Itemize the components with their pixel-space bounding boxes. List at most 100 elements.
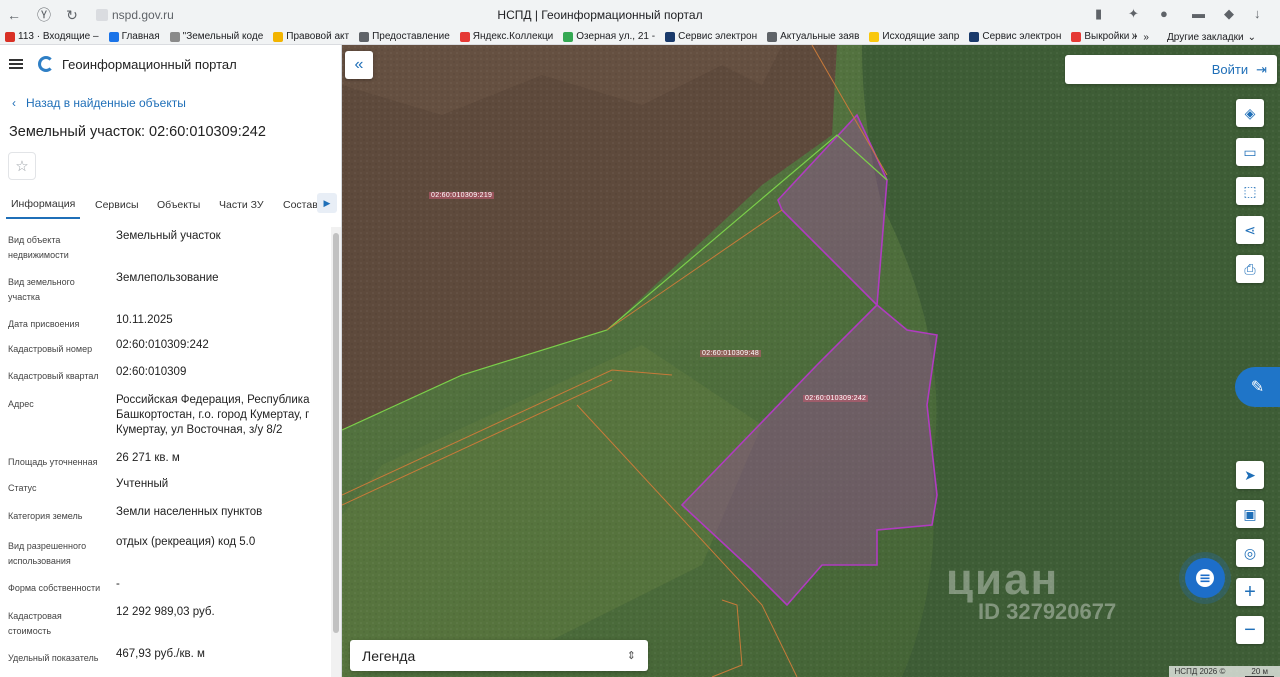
ruler-icon[interactable]: ▭ <box>1236 138 1264 166</box>
info-label: Кадастровый квартал <box>8 371 99 381</box>
info-label: Удельный показатель <box>8 653 99 663</box>
bookmark-label: Сервис электрон <box>678 31 758 42</box>
map-view[interactable]: 02:60:010309:219 02:60:010309:48 02:60:0… <box>342 45 1280 677</box>
info-value: Земли населенных пунктов <box>116 506 263 518</box>
legend-dropdown[interactable]: Легенда ⇕ <box>350 640 648 671</box>
bookmark-favicon-icon <box>108 31 119 42</box>
expand-icon: ⇕ <box>626 650 636 662</box>
portal-logo-icon <box>38 56 54 72</box>
object-title: Земельный участок: 02:60:010309:242 <box>9 124 266 140</box>
info-label: Кадастровый номер <box>8 344 93 354</box>
feedback-tab-icon[interactable]: ✎ <box>1235 367 1280 407</box>
parcel-label[interactable]: 02:60:010309:219 <box>429 192 495 199</box>
bookmark-favicon-icon <box>563 31 574 42</box>
bookmark-favicon-icon <box>5 31 15 42</box>
info-value: 02:60:010309 <box>116 366 187 378</box>
bookmark-item[interactable]: Озерная ул., 21 - <box>558 31 660 42</box>
chat-icon <box>1196 569 1214 587</box>
chevron-left-icon: ‹ <box>12 96 16 110</box>
tab-0[interactable]: Информация <box>6 191 81 219</box>
bookmarks-bar: 113 · Входящие – Главная "Земельный коде Пр… <box>0 29 1280 45</box>
bookmark-favicon-icon <box>459 31 470 42</box>
portal-name: Геоинформационный портал <box>62 56 237 72</box>
info-label: Вид объекта недвижимости <box>8 235 69 260</box>
panel-scrollbar[interactable] <box>331 227 341 677</box>
back-link-label: Назад в найденные объекты <box>26 96 186 110</box>
hamburger-menu-icon[interactable] <box>9 59 23 69</box>
watermark-brand: циан <box>946 555 1060 604</box>
scrollbar-thumb[interactable] <box>333 233 339 633</box>
tab-3[interactable]: Части ЗУ <box>214 191 269 219</box>
bookmark-item[interactable]: Сервис электрон <box>964 31 1066 42</box>
bookmark-item[interactable]: Правовой акт <box>268 31 354 42</box>
bookmark-favicon-icon <box>169 31 180 42</box>
login-button[interactable]: Войти ⇥ <box>1065 55 1277 84</box>
satellite-imagery <box>342 45 1280 677</box>
page-title: НСПД | Геоинформационный портал <box>497 8 703 22</box>
tab-1[interactable]: Сервисы <box>90 191 144 219</box>
info-value: 02:60:010309:242 <box>116 339 209 351</box>
minimize-icon[interactable]: ↓ <box>1254 6 1261 21</box>
info-label: Адрес <box>8 399 34 409</box>
layers-icon[interactable]: ◈ <box>1236 99 1264 127</box>
parcel-label-selected[interactable]: 02:60:010309:242 <box>803 395 869 402</box>
bookmark-item[interactable]: Сервис электрон <box>660 31 762 42</box>
back-to-results-link[interactable]: ‹ Назад в найденные объекты <box>12 96 186 110</box>
favorite-star-button[interactable]: ☆ <box>8 152 36 180</box>
bookmark-label: 113 · Входящие – <box>18 31 99 42</box>
bookmark-favicon-icon <box>1071 31 1082 42</box>
bookmark-item[interactable]: Яндекс.Коллекци <box>455 31 559 42</box>
bookmark-item[interactable]: Предоставление <box>354 31 455 42</box>
attribution-text: НСПД 2026 © <box>1174 667 1226 676</box>
bookmark-item[interactable]: Исходящие запр <box>864 31 964 42</box>
bookmark-favicon-icon <box>869 31 880 42</box>
parcel-label[interactable]: 02:60:010309:48 <box>700 350 762 357</box>
info-tabs: Информация Сервисы Объекты Части ЗУ Состав <box>0 191 341 219</box>
menu-icon[interactable]: ◆ <box>1224 6 1234 22</box>
chat-button[interactable] <box>1185 558 1225 598</box>
zoom-out-button[interactable]: − <box>1236 616 1264 644</box>
map-attribution: НСПД 2026 © 20 м <box>1168 666 1280 677</box>
downloads-icon[interactable]: ▬ <box>1192 6 1205 21</box>
zoom-in-button[interactable]: + <box>1236 578 1264 606</box>
info-label: Кадастровая стоимость <box>8 611 62 636</box>
legend-label: Легенда <box>362 647 416 664</box>
bookmark-label: Исходящие запр <box>882 31 960 42</box>
bookmark-item[interactable]: 113 · Входящие – <box>0 31 104 42</box>
info-label: Вид разрешенного использования <box>8 541 87 566</box>
area-select-icon[interactable]: ⬚ <box>1236 177 1264 205</box>
object-panel: Геоинформационный портал ‹ Назад в найде… <box>0 45 342 677</box>
profile-icon[interactable]: ● <box>1160 6 1168 21</box>
bookmark-item[interactable]: Актуальные заяв <box>762 31 864 42</box>
info-label: Вид земельного участка <box>8 277 75 302</box>
print-icon[interactable]: ⎙ <box>1236 255 1264 283</box>
info-value: Учтенный <box>116 478 169 490</box>
bookmark-label: "Земельный коде <box>182 31 264 42</box>
other-bookmarks[interactable]: » Другие закладки ⌄ <box>1137 29 1256 44</box>
bookmark-favicon-icon <box>969 31 980 42</box>
info-value: Землепользование <box>116 272 219 284</box>
watermark: циан ID 327920677 <box>946 555 1116 625</box>
tab-2[interactable]: Объекты <box>152 191 205 219</box>
info-value: 10.11.2025 <box>116 314 173 326</box>
geolocation-icon[interactable]: ➤ <box>1236 461 1264 489</box>
login-icon: ⇥ <box>1256 61 1267 77</box>
bookmark-item[interactable]: Главная <box>104 31 165 42</box>
location-pin-icon[interactable]: ◎ <box>1236 539 1264 567</box>
watermark-id: ID 327920677 <box>978 599 1117 624</box>
collapse-panel-button[interactable]: « <box>345 51 373 79</box>
bookmark-item[interactable]: "Земельный коде <box>165 31 269 42</box>
other-bookmarks-label: Другие закладки <box>1166 31 1244 43</box>
minimap-icon[interactable]: ▣ <box>1236 500 1264 528</box>
bookmark-label: Предоставление <box>372 31 450 42</box>
bookmark-label: Сервис электрон <box>982 31 1062 42</box>
extension-icon[interactable]: ✦ <box>1128 6 1139 22</box>
share-icon[interactable]: ⋖ <box>1236 216 1264 244</box>
bookmark-flag-icon[interactable]: ▮ <box>1095 6 1102 22</box>
info-value: - <box>116 578 120 590</box>
bookmark-favicon-icon <box>273 31 284 42</box>
tabs-scroll-right-button[interactable]: ▶ <box>317 193 337 213</box>
bookmarks-overflow-icon[interactable]: » <box>1143 32 1149 43</box>
bookmark-favicon-icon <box>359 31 370 42</box>
scale-bar: 20 м <box>1245 667 1274 677</box>
